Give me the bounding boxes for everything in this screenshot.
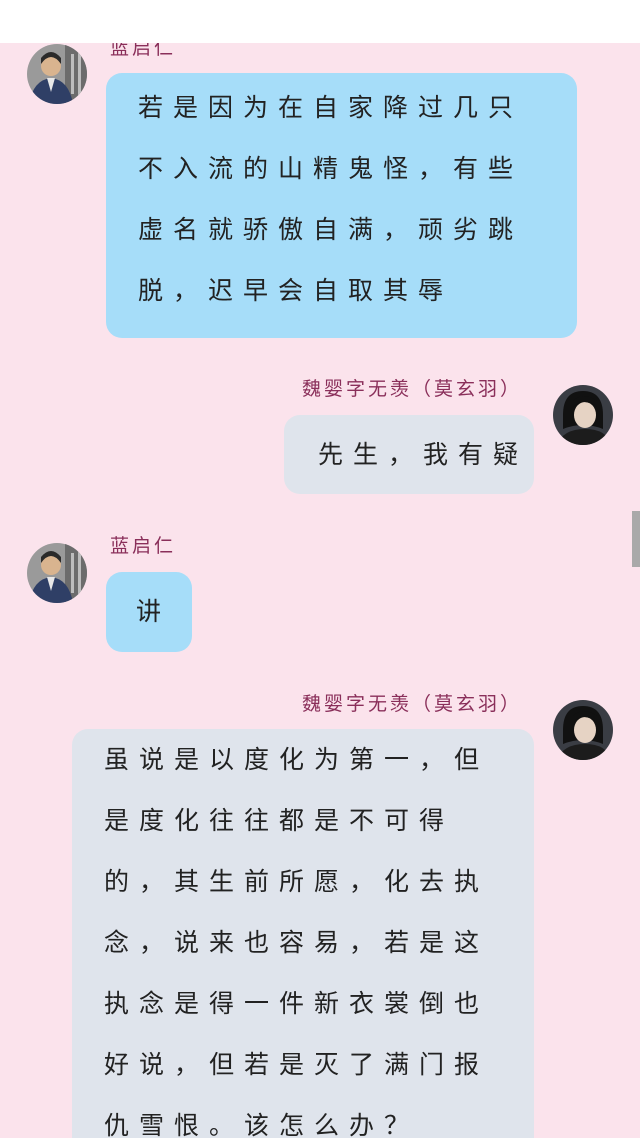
avatar-lan-qiren[interactable] xyxy=(27,44,87,104)
message-bubble: 讲 xyxy=(106,572,192,652)
avatar-lan-qiren[interactable] xyxy=(27,543,87,603)
avatar-wei-ying[interactable] xyxy=(553,385,613,445)
man-in-dark-robe-avatar-icon xyxy=(27,44,87,104)
message-bubble: 先生，我有疑 xyxy=(284,415,534,494)
avatar-wei-ying[interactable] xyxy=(553,700,613,760)
chat-log[interactable]: 蓝启仁 若是因为在自家降过几只不入流的山精鬼怪，有些虚名就骄傲自满，顽劣跳脱，迟… xyxy=(0,43,640,1138)
top-status-bar xyxy=(0,0,640,43)
sender-name: 魏婴字无羡（莫玄羽） xyxy=(301,378,522,400)
young-man-dark-hair-avatar-icon xyxy=(553,385,613,445)
message-bubble: 若是因为在自家降过几只不入流的山精鬼怪，有些虚名就骄傲自满，顽劣跳脱，迟早会自取… xyxy=(106,73,577,338)
man-in-dark-robe-avatar-icon xyxy=(27,543,87,603)
message-bubble: 虽说是以度化为第一，但是度化往往都是不可得的，其生前所愿，化去执念，说来也容易，… xyxy=(72,729,534,1138)
sender-name: 蓝启仁 xyxy=(110,535,177,557)
scrollbar-thumb[interactable] xyxy=(632,511,640,567)
sender-name: 蓝启仁 xyxy=(110,43,177,59)
sender-name: 魏婴字无羡（莫玄羽） xyxy=(301,693,522,715)
young-man-dark-hair-avatar-icon xyxy=(553,700,613,760)
